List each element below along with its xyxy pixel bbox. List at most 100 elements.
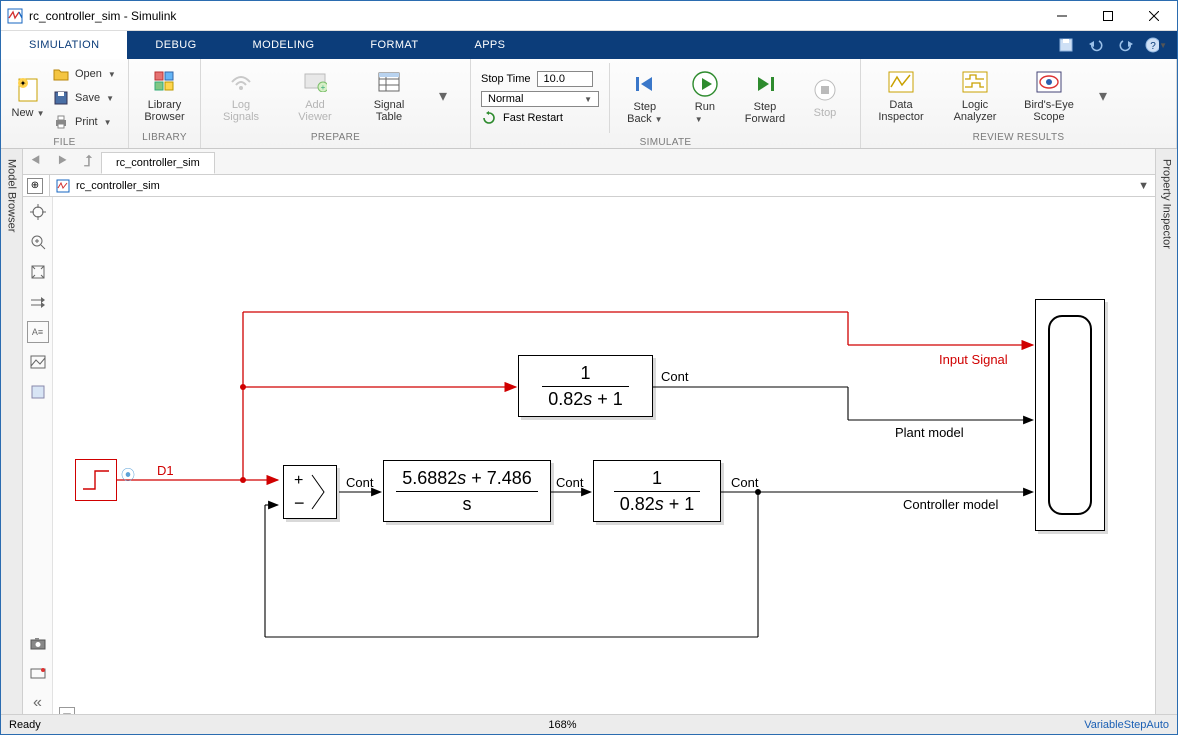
fast-restart-icon — [481, 111, 497, 125]
table-icon — [376, 69, 402, 95]
prepare-expand[interactable]: ▾ — [433, 86, 453, 106]
palette-record-icon[interactable] — [27, 662, 49, 684]
signal-label-controller: Controller model — [903, 497, 998, 512]
app-icon — [7, 8, 23, 24]
qat-help-icon[interactable]: ?▼ — [1145, 34, 1167, 56]
sim-mode-select[interactable]: Normal▼ — [481, 91, 599, 107]
logic-analyzer-icon — [962, 69, 988, 95]
property-inspector-dock[interactable]: Property Inspector — [1155, 149, 1177, 714]
library-browser-button[interactable]: Library Browser — [139, 69, 190, 123]
group-simulate: SIMULATE — [471, 137, 860, 148]
group-file: FILE — [1, 137, 128, 148]
tab-modeling[interactable]: MODELING — [225, 31, 343, 59]
wifi-icon — [228, 69, 254, 95]
step-block[interactable] — [75, 459, 117, 501]
ribbon: ✦ New ▼ Open▼ Save▼ Print▼ FILE Library … — [1, 59, 1177, 149]
signal-label-d1: D1 — [157, 463, 174, 478]
open-icon — [53, 66, 69, 82]
pi-controller-block[interactable]: 5.6882s + 7.486s — [383, 460, 551, 522]
palette-fit-icon[interactable] — [27, 261, 49, 283]
breadcrumb[interactable]: rc_controller_sim — [76, 180, 160, 192]
stop-icon — [812, 77, 838, 103]
palette-annotation-icon[interactable]: A≡ — [27, 321, 49, 343]
tf-plant2-block[interactable]: 10.82s + 1 — [593, 460, 721, 522]
review-expand[interactable]: ▾ — [1093, 86, 1113, 106]
new-button[interactable]: New ▼ — [12, 107, 45, 119]
print-icon — [53, 114, 69, 130]
svg-text:?: ? — [1150, 41, 1156, 52]
rate-label-cont-3: Cont — [556, 475, 583, 490]
data-inspector-button[interactable]: Data Inspector — [871, 69, 931, 123]
close-button[interactable] — [1131, 1, 1177, 31]
rate-label-cont-4: Cont — [731, 475, 758, 490]
nav-up-button[interactable]: ⮥ — [75, 149, 101, 174]
stop-button[interactable]: Stop — [800, 77, 850, 119]
nav-back-button[interactable]: ⯇ — [23, 149, 49, 174]
palette-image-icon[interactable] — [27, 351, 49, 373]
group-prepare: PREPARE — [201, 132, 470, 148]
nav-fwd-button[interactable]: ⯈ — [49, 149, 75, 174]
signal-table-button[interactable]: Signal Table — [359, 69, 419, 123]
status-zoom[interactable]: 168% — [548, 719, 576, 731]
stop-time-input[interactable] — [537, 71, 593, 87]
signal-label-plant: Plant model — [895, 425, 964, 440]
fast-restart-toggle[interactable]: Fast Restart — [481, 111, 599, 125]
palette-area-icon[interactable] — [27, 381, 49, 403]
qat-save-icon[interactable] — [1055, 34, 1077, 56]
group-library: LIBRARY — [129, 132, 200, 148]
tab-format[interactable]: FORMAT — [342, 31, 446, 59]
model-icon — [56, 179, 70, 193]
model-canvas[interactable]: ▭ — [53, 197, 1155, 714]
birds-eye-icon — [1036, 69, 1062, 95]
tab-apps[interactable]: APPS — [446, 31, 533, 59]
svg-text:+: + — [321, 83, 326, 92]
model-browser-dock[interactable]: Model Browser — [1, 149, 23, 714]
log-signals-button[interactable]: Log Signals — [211, 69, 271, 123]
viewer-icon: + — [302, 69, 328, 95]
tf-plant-block[interactable]: 10.82s + 1 — [518, 355, 653, 417]
minimize-button[interactable] — [1039, 1, 1085, 31]
tab-simulation[interactable]: SIMULATION — [1, 31, 127, 59]
palette-target-icon[interactable] — [27, 201, 49, 223]
scope-block[interactable] — [1035, 299, 1105, 531]
status-solver[interactable]: VariableStepAuto — [1084, 719, 1169, 731]
group-review: REVIEW RESULTS — [861, 132, 1176, 148]
palette-collapse-icon[interactable]: « — [27, 692, 49, 714]
step-back-icon — [632, 71, 658, 97]
save-icon — [53, 90, 69, 106]
step-forward-button[interactable]: Step Forward — [740, 71, 790, 125]
rate-label-cont-2: Cont — [346, 475, 373, 490]
signal-label-input: Input Signal — [939, 352, 1008, 367]
birds-eye-button[interactable]: Bird's-Eye Scope — [1019, 69, 1079, 123]
svg-text:✦: ✦ — [20, 79, 27, 88]
wifi-badge-icon: ⦿ — [121, 465, 135, 485]
maximize-button[interactable] — [1085, 1, 1131, 31]
logic-analyzer-button[interactable]: Logic Analyzer — [945, 69, 1005, 123]
title-bar: rc_controller_sim - Simulink — [1, 1, 1177, 31]
library-icon — [152, 69, 178, 95]
canvas-palette: A≡ « — [23, 197, 53, 714]
save-button[interactable]: Save▼ — [53, 87, 116, 109]
window-title: rc_controller_sim - Simulink — [29, 9, 1039, 23]
svg-text:+: + — [294, 472, 303, 489]
palette-signal-icon[interactable] — [27, 291, 49, 313]
sum-block[interactable]: +− — [283, 465, 337, 519]
crumb-dropdown[interactable]: ▼ — [1138, 180, 1149, 192]
play-icon — [692, 71, 718, 97]
qat-redo-icon[interactable] — [1115, 34, 1137, 56]
status-ready: Ready — [9, 719, 41, 731]
palette-zoom-icon[interactable] — [27, 231, 49, 253]
add-viewer-button[interactable]: +Add Viewer — [285, 69, 345, 123]
palette-camera-icon[interactable] — [27, 632, 49, 654]
tab-debug[interactable]: DEBUG — [127, 31, 224, 59]
step-back-button[interactable]: Step Back ▼ — [620, 71, 670, 125]
run-button[interactable]: Run▼ — [680, 71, 730, 125]
document-tab[interactable]: rc_controller_sim — [101, 152, 215, 174]
qat-undo-icon[interactable] — [1085, 34, 1107, 56]
toolstrip-tabs: SIMULATION DEBUG MODELING FORMAT APPS ?▼ — [1, 31, 1177, 59]
print-button[interactable]: Print▼ — [53, 111, 116, 133]
status-bar: Ready 168% VariableStepAuto — [1, 714, 1177, 734]
new-icon: ✦ — [15, 77, 41, 103]
explorer-icon[interactable]: ⊕ — [27, 178, 43, 194]
open-button[interactable]: Open▼ — [53, 63, 116, 85]
